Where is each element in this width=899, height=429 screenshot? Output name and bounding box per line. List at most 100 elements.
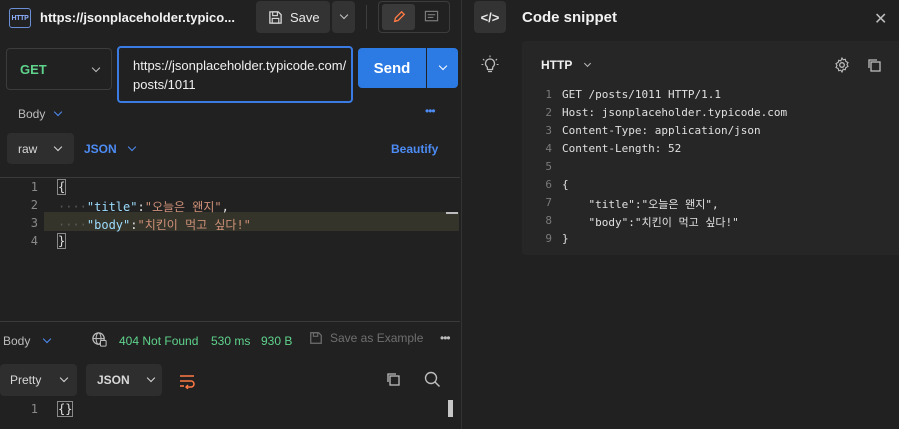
chevron-down-icon [339, 10, 348, 20]
code-line[interactable]: } [56, 233, 67, 249]
response-more-button[interactable]: ••• [440, 331, 451, 345]
snippet-line-number: 1 [545, 88, 552, 101]
snippet-settings-button[interactable] [834, 56, 850, 76]
snippet-panel-title: Code snippet [522, 9, 618, 26]
snippet-line-number: 9 [545, 232, 552, 245]
wrap-lines-icon [180, 375, 195, 389]
json-key: "body" [86, 218, 131, 232]
line-number: 3 [30, 216, 38, 230]
whitespace-marker: ···· [58, 218, 87, 232]
snippet-line-number: 2 [545, 106, 552, 119]
code-line[interactable]: ····"body":"치킨이 먹고 싶다!" [58, 216, 251, 233]
request-tab-title[interactable]: https://jsonplaceholder.typico... [40, 10, 235, 25]
response-code-line[interactable]: {} [56, 401, 74, 417]
line-number: 2 [30, 198, 38, 212]
response-status[interactable]: 404 Not Found [119, 334, 198, 348]
response-body-label: Body [3, 334, 31, 348]
pencil-icon [393, 10, 405, 23]
response-format-select[interactable]: JSON [86, 364, 162, 396]
code-line[interactable]: ····"title":"오늘은 왠지", [58, 198, 229, 215]
method-label: GET [20, 61, 47, 77]
edit-button[interactable] [382, 4, 415, 30]
snippet-line: "body":"치킨이 먹고 싶다!" [562, 216, 739, 229]
snippet-line: "title":"오늘은 왠지", [562, 198, 719, 211]
line-number: 4 [30, 234, 38, 248]
search-response-button[interactable] [424, 371, 441, 391]
code-line[interactable]: { [56, 179, 67, 195]
lightbulb-icon[interactable] [481, 55, 499, 78]
gear-icon [835, 56, 849, 74]
response-view-label: Pretty [10, 373, 42, 387]
snippet-line: GET /posts/1011 HTTP/1.1 [562, 88, 721, 101]
response-format-label: JSON [97, 373, 130, 387]
response-time[interactable]: 530 ms [211, 334, 250, 348]
json-key: "title" [86, 200, 138, 214]
copy-response-button[interactable] [385, 371, 401, 390]
body-format-select[interactable]: JSON [84, 142, 136, 156]
save-label: Save [290, 9, 320, 25]
wrap-lines-button[interactable] [172, 368, 202, 394]
snippet-line: } [562, 232, 569, 245]
save-icon [310, 332, 322, 344]
chevron-down-icon [146, 373, 155, 383]
snippet-line-number: 4 [545, 142, 552, 155]
copy-icon [387, 373, 400, 386]
body-mode-label: raw [18, 141, 38, 156]
json-separator: : [130, 218, 138, 232]
chevron-down-icon [54, 107, 63, 117]
code-icon: </> [480, 9, 500, 25]
request-body-tab[interactable]: Body [18, 107, 63, 121]
snippet-line: Content-Type: application/json [562, 124, 761, 137]
json-separator: : [137, 200, 145, 214]
line-number: 1 [30, 402, 38, 416]
snippet-line: Content-Length: 52 [562, 142, 682, 155]
chevron-down-icon [54, 142, 63, 151]
beautify-button[interactable]: Beautify [391, 142, 438, 156]
whitespace-marker: ···· [58, 200, 87, 214]
more-options-button[interactable]: ••• [425, 104, 436, 118]
toolbar-divider [366, 5, 367, 29]
panel-divider[interactable] [461, 0, 462, 429]
copy-snippet-button[interactable] [866, 57, 882, 76]
chevron-down-icon [91, 63, 101, 73]
snippet-line: { [562, 178, 569, 191]
chevron-down-icon [584, 59, 592, 67]
line-number: 1 [30, 180, 38, 194]
editor-scroll-marker [446, 212, 458, 214]
copy-icon [868, 59, 881, 72]
json-comma: , [221, 200, 229, 214]
snippet-language-label: HTTP [541, 58, 573, 72]
chevron-down-icon [43, 334, 52, 344]
response-size[interactable]: 930 B [261, 334, 292, 348]
search-icon [424, 371, 441, 388]
response-body-tab[interactable]: Body [3, 334, 52, 348]
chevron-down-icon [127, 142, 136, 152]
snippet-line-number: 5 [545, 160, 552, 173]
send-button[interactable]: Send [358, 48, 426, 88]
close-icon: ✕ [874, 11, 888, 28]
chevron-down-icon [438, 61, 447, 71]
http-request-icon: HTTP [9, 8, 31, 28]
empty-object: {} [56, 401, 74, 417]
response-view-select[interactable]: Pretty [0, 364, 77, 396]
network-globe-icon[interactable] [91, 331, 108, 351]
send-dropdown-button[interactable] [427, 48, 458, 88]
json-value: "오늘은 왠지" [144, 200, 222, 214]
response-scrollbar[interactable] [448, 400, 453, 417]
body-mode-select[interactable]: raw [7, 133, 74, 164]
snippet-line-number: 7 [545, 196, 552, 209]
save-button[interactable]: Save [256, 1, 330, 33]
save-dropdown-button[interactable] [332, 1, 355, 33]
method-select[interactable]: GET [6, 48, 112, 90]
code-snippet-toggle[interactable]: </> [474, 1, 506, 33]
open-brace: { [56, 179, 67, 195]
save-icon [269, 10, 282, 24]
snippet-language-select[interactable]: HTTP [541, 58, 592, 72]
save-as-example-label: Save as Example [330, 331, 424, 345]
comments-button[interactable] [416, 4, 446, 30]
save-as-example-button[interactable]: Save as Example [309, 331, 423, 345]
url-input[interactable]: https://jsonplaceholder.typicode.com/pos… [117, 46, 353, 103]
snippet-line-number: 6 [545, 178, 552, 191]
close-panel-button[interactable]: ✕ [874, 9, 887, 29]
body-tab-label: Body [18, 107, 46, 121]
